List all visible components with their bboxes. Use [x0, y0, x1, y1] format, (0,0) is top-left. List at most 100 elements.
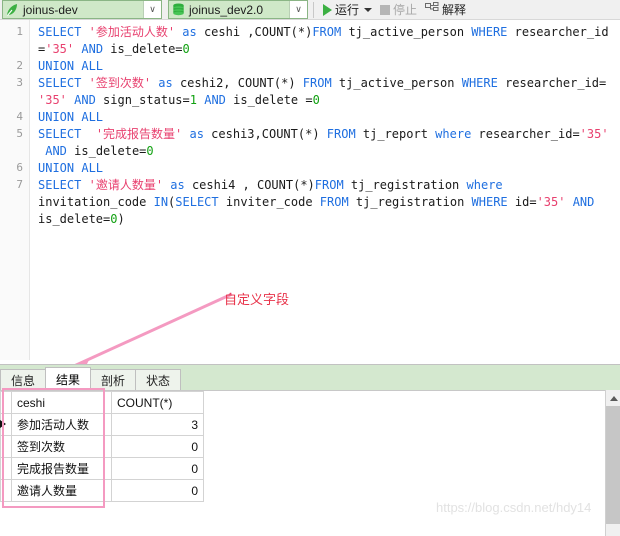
- code-token-pln: tj_registration: [349, 195, 472, 209]
- code-line: SELECT '参加活动人数' as ceshi ,COUNT(*)FROM t…: [38, 24, 616, 58]
- code-token-kw: FROM: [315, 178, 344, 192]
- code-token-pln: researcher_id=: [471, 127, 579, 141]
- code-token-kw: where: [467, 178, 503, 192]
- chevron-down-icon[interactable]: ∨: [143, 1, 161, 18]
- result-tab[interactable]: 状态: [135, 369, 181, 390]
- code-token-kw: SELECT: [38, 76, 81, 90]
- database-name: joinus_dev2.0: [187, 3, 289, 17]
- code-token-kw: FROM: [327, 127, 356, 141]
- connection-dropdown[interactable]: joinus-dev ∨: [2, 0, 162, 19]
- code-token-pln: [81, 25, 88, 39]
- code-token-pln: ceshi4 , COUNT(*): [185, 178, 315, 192]
- database-dropdown[interactable]: joinus_dev2.0 ∨: [168, 0, 308, 19]
- stop-button-label: 停止: [393, 1, 417, 18]
- line-number: 3: [0, 76, 23, 89]
- row-indicator-cell[interactable]: [1, 458, 12, 480]
- cell-count[interactable]: 0: [112, 436, 204, 458]
- run-button[interactable]: 运行: [319, 0, 376, 19]
- result-table[interactable]: ceshi COUNT(*) 参加活动人数3签到次数0完成报告数量0邀请人数量0: [0, 391, 204, 502]
- result-tab[interactable]: 信息: [0, 369, 46, 390]
- main-toolbar: joinus-dev ∨ joinus_dev2.0 ∨ 运行: [0, 0, 620, 20]
- toolbar-divider: [313, 2, 314, 18]
- code-token-pln: ceshi ,: [197, 25, 255, 39]
- line-number: 1: [0, 25, 23, 38]
- code-token-kw: as: [158, 76, 172, 90]
- explain-icon: [425, 2, 439, 17]
- sql-editor-window: joinus-dev ∨ joinus_dev2.0 ∨ 运行: [0, 0, 620, 536]
- table-row[interactable]: 邀请人数量0: [1, 480, 204, 502]
- explain-button[interactable]: 解释: [421, 0, 470, 19]
- code-token-pln: sign_status=: [96, 93, 190, 107]
- chevron-down-icon[interactable]: [364, 8, 372, 12]
- code-line: UNION ALL: [38, 160, 616, 177]
- row-indicator-cell[interactable]: [1, 436, 12, 458]
- chevron-down-icon[interactable]: ∨: [289, 1, 307, 18]
- code-token-str: '35': [537, 195, 566, 209]
- code-token-pln: is_delete=: [67, 144, 146, 158]
- code-token-kw: AND: [45, 144, 67, 158]
- cell-ceshi[interactable]: 完成报告数量: [12, 458, 112, 480]
- cell-count[interactable]: 0: [112, 458, 204, 480]
- stop-button[interactable]: 停止: [376, 0, 421, 19]
- cell-ceshi[interactable]: 邀请人数量: [12, 480, 112, 502]
- code-token-kw: AND: [81, 42, 103, 56]
- code-token-pln: is_delete=: [103, 42, 182, 56]
- code-token-kw: where: [435, 127, 471, 141]
- code-token-pln: COUNT(*): [255, 25, 313, 39]
- code-token-pln: is_delete=: [38, 212, 110, 226]
- annotation-label: 自定义字段: [224, 289, 289, 308]
- result-tab[interactable]: 剖析: [90, 369, 136, 390]
- cell-ceshi[interactable]: 参加活动人数: [12, 414, 112, 436]
- code-line: SELECT '签到次数' as ceshi2, COUNT(*) FROM t…: [38, 75, 616, 109]
- row-indicator-cell[interactable]: [1, 480, 12, 502]
- scrollbar-thumb[interactable]: [606, 406, 620, 524]
- cell-count[interactable]: 0: [112, 480, 204, 502]
- table-row[interactable]: 完成报告数量0: [1, 458, 204, 480]
- cell-ceshi[interactable]: 签到次数: [12, 436, 112, 458]
- code-token-kw: UNION ALL: [38, 110, 103, 124]
- code-token-kw: AND: [74, 93, 96, 107]
- code-token-kw: IN: [154, 195, 168, 209]
- code-token-pln: tj_report: [356, 127, 435, 141]
- row-indicator-cell[interactable]: [1, 414, 12, 436]
- result-tabstrip: 信息结果剖析状态: [0, 364, 620, 390]
- code-token-num: 1: [190, 93, 197, 107]
- explain-button-label: 解释: [442, 1, 466, 18]
- code-line: SELECT '邀请人数量' as ceshi4 , COUNT(*)FROM …: [38, 177, 616, 228]
- code-line: UNION ALL: [38, 58, 616, 75]
- code-token-pln: id=: [508, 195, 537, 209]
- code-token-str: '完成报告数量': [96, 127, 182, 141]
- code-token-pln: tj_active_person: [341, 25, 471, 39]
- scroll-up-button[interactable]: [606, 390, 620, 406]
- row-header-corner: [1, 392, 12, 414]
- code-token-pln: [565, 195, 572, 209]
- code-token-pln: [81, 127, 95, 141]
- result-vertical-scrollbar[interactable]: [605, 390, 620, 536]
- code-token-num: 0: [313, 93, 320, 107]
- column-header-count[interactable]: COUNT(*): [112, 392, 204, 414]
- code-token-num: 0: [183, 42, 190, 56]
- code-token-pln: tj_active_person: [332, 76, 462, 90]
- code-token-kw: SELECT: [38, 127, 81, 141]
- code-token-pln: [81, 178, 88, 192]
- result-tab[interactable]: 结果: [45, 367, 91, 390]
- table-row[interactable]: 签到次数0: [1, 436, 204, 458]
- code-token-pln: researcher_id=: [498, 76, 606, 90]
- code-token-kw: FROM: [303, 76, 332, 90]
- line-number: 6: [0, 161, 23, 174]
- code-token-pln: is_delete =: [226, 93, 313, 107]
- code-token-pln: tj_registration: [344, 178, 467, 192]
- cell-count[interactable]: 3: [112, 414, 204, 436]
- table-row[interactable]: 参加活动人数3: [1, 414, 204, 436]
- code-token-kw: SELECT: [38, 178, 81, 192]
- code-token-kw: AND: [204, 93, 226, 107]
- play-triangle-icon: [323, 4, 332, 16]
- column-header-ceshi[interactable]: ceshi: [12, 392, 112, 414]
- code-token-pln: invitation_code: [38, 195, 154, 209]
- code-token-kw: UNION ALL: [38, 161, 103, 175]
- line-number: 5: [0, 127, 23, 140]
- code-token-kw: WHERE: [471, 25, 507, 39]
- code-token-kw: as: [182, 25, 196, 39]
- code-line: UNION ALL: [38, 109, 616, 126]
- code-token-str: '签到次数': [89, 76, 151, 90]
